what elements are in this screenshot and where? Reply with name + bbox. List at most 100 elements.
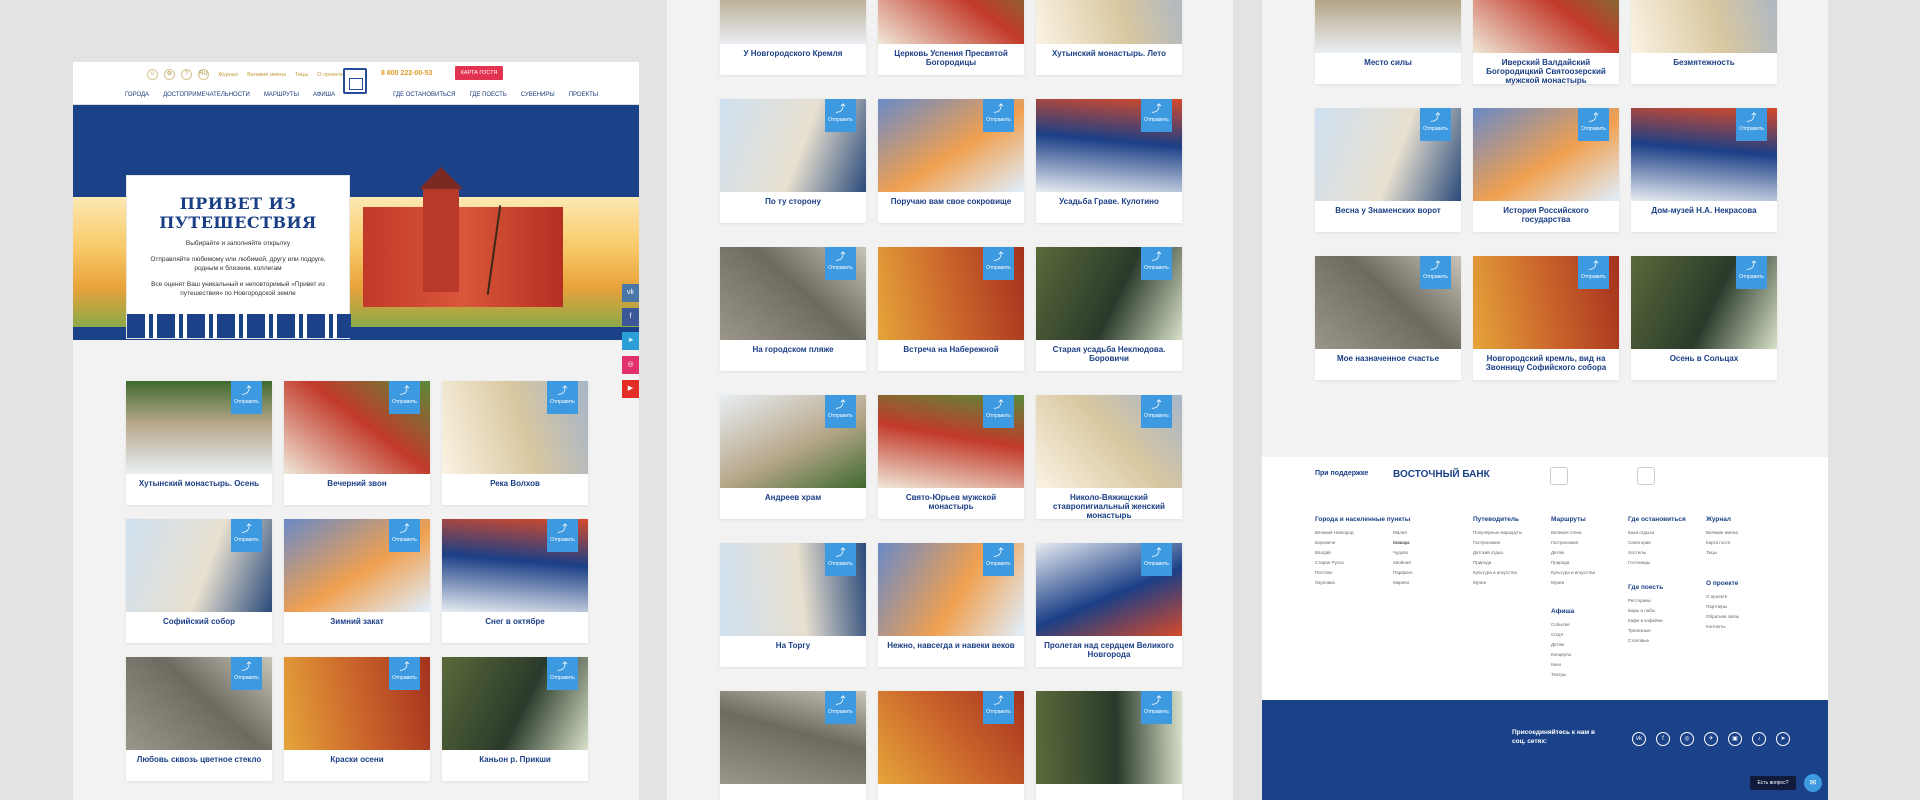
postcard-item[interactable]: ⤴ Отправить Осень в Сольцах: [1631, 256, 1777, 380]
postcard-title[interactable]: Николо-Вяжищский ставропигиальный женски…: [1041, 493, 1177, 520]
postcard-title[interactable]: История Российского государства: [1478, 206, 1614, 224]
postcard-item[interactable]: ⤴ Отправить По ту сторону: [720, 99, 866, 223]
postcard-title[interactable]: Андреев храм: [725, 493, 861, 502]
footer-link[interactable]: Гастрономия: [1551, 538, 1595, 548]
footer-link[interactable]: Карта гостя: [1706, 538, 1738, 548]
share-button[interactable]: ⤴ Отправить: [983, 395, 1014, 428]
share-button[interactable]: ⤴ Отправить: [389, 381, 420, 414]
footer-link[interactable]: Чудово: [1393, 548, 1408, 558]
footer-link[interactable]: Бары и пабы: [1628, 606, 1663, 616]
social-icon[interactable]: ✈: [1704, 732, 1718, 746]
postcard-title[interactable]: Осень в Сольцах: [1636, 354, 1772, 363]
postcard-title[interactable]: Встреча на Набережной: [883, 345, 1019, 354]
postcard-item[interactable]: ⤴ Отправить: [878, 691, 1024, 800]
postcard-title[interactable]: Усадьба Граве. Кулотино: [1041, 197, 1177, 206]
postcard-image[interactable]: [720, 0, 866, 44]
footer-link[interactable]: Кино: [1551, 660, 1574, 670]
share-button[interactable]: ⤴ Отправить: [1736, 108, 1767, 141]
vk-icon[interactable]: vk: [622, 284, 639, 302]
social-icon[interactable]: ➤: [1776, 732, 1790, 746]
user-icon[interactable]: ☺: [147, 69, 158, 80]
social-icon[interactable]: vk: [1632, 732, 1646, 746]
share-button[interactable]: ⤴ Отправить: [983, 691, 1014, 724]
footer-column-title[interactable]: Где остановиться: [1628, 515, 1686, 524]
chat-icon[interactable]: ✉: [1804, 774, 1822, 792]
postcard-item[interactable]: ⤴ Отправить Каньон р. Прикши: [442, 657, 588, 781]
top-link-about[interactable]: О проекте: [317, 72, 343, 78]
footer-link[interactable]: Контакты: [1706, 622, 1739, 632]
footer-link[interactable]: Партнеры: [1706, 602, 1739, 612]
postcard-item[interactable]: ⤴ОтправитьУ Новгородского Кремля: [720, 0, 866, 75]
footer-link[interactable]: Природа: [1551, 558, 1595, 568]
footer-link[interactable]: Концерты: [1551, 650, 1574, 660]
postcard-title[interactable]: Снег в октябре: [447, 617, 583, 626]
postcard-title[interactable]: Пролетая над сердцем Великого Новгорода: [1041, 641, 1177, 659]
postcard-item[interactable]: ⤴ Отправить Старая усадьба Неклюдова. Боро…: [1036, 247, 1182, 371]
footer-link[interactable]: Обратная связь: [1706, 612, 1739, 622]
share-button[interactable]: ⤴ Отправить: [1736, 256, 1767, 289]
share-button[interactable]: ⤴ Отправить: [825, 247, 856, 280]
nav-routes[interactable]: МАРШРУТЫ: [264, 92, 299, 98]
postcard-title[interactable]: Церковь Успения Пресвятой Богородицы: [883, 49, 1019, 67]
footer-link[interactable]: Детский отдых: [1473, 548, 1522, 558]
postcard-item[interactable]: ⤴ОтправитьМесто силы: [1315, 0, 1461, 84]
postcard-item[interactable]: ⤴ Отправить Поручаю вам свое сокровище: [878, 99, 1024, 223]
nav-cities[interactable]: ГОРОДА: [125, 92, 149, 98]
share-button[interactable]: ⤴ Отправить: [825, 543, 856, 576]
footer-link[interactable]: Хостелы: [1628, 548, 1686, 558]
postcard-item[interactable]: ⤴ Отправить Дом-музей Н.А. Некрасова: [1631, 108, 1777, 232]
share-button[interactable]: ⤴ Отправить: [231, 657, 262, 690]
share-button[interactable]: ⤴ Отправить: [825, 691, 856, 724]
social-icon[interactable]: f: [1656, 732, 1670, 746]
footer-column-title[interactable]: Журнал: [1706, 515, 1738, 524]
share-button[interactable]: ⤴ Отправить: [1141, 99, 1172, 132]
postcard-title[interactable]: Свято-Юрьев мужской монастырь: [883, 493, 1019, 511]
footer-link[interactable]: Природа: [1473, 558, 1522, 568]
share-button[interactable]: ⤴ Отправить: [1420, 256, 1451, 289]
footer-link[interactable]: Гастрономия: [1473, 538, 1522, 548]
social-icon[interactable]: ♪: [1752, 732, 1766, 746]
postcard-title[interactable]: Хутынский монастырь. Лето: [1041, 49, 1177, 58]
footer-column-title[interactable]: Путеводитель: [1473, 515, 1522, 524]
share-button[interactable]: ⤴ Отправить: [825, 99, 856, 132]
postcard-title[interactable]: По ту сторону: [725, 197, 861, 206]
postcard-item[interactable]: ⤴ Отправить: [720, 691, 866, 800]
postcard-item[interactable]: ⤴ОтправитьБезмятежность: [1631, 0, 1777, 84]
postcard-title[interactable]: Мое назначенное счастье: [1320, 354, 1456, 363]
postcard-image[interactable]: [878, 0, 1024, 44]
postcard-item[interactable]: ⤴ОтправитьЦерковь Успения Пресвятой Бого…: [878, 0, 1024, 75]
footer-link[interactable]: Рестораны: [1628, 596, 1663, 606]
share-button[interactable]: ⤴ Отправить: [231, 519, 262, 552]
footer-link[interactable]: События: [1551, 620, 1574, 630]
postcard-title[interactable]: Иверский Валдайский Богородицкий Святооз…: [1478, 58, 1614, 85]
postcard-item[interactable]: ⤴ Отправить Нежно, навсегда и навеки веков: [878, 543, 1024, 667]
postcard-item[interactable]: ⤴ОтправитьИверский Валдайский Богородицк…: [1473, 0, 1619, 85]
postcard-item[interactable]: ⤴ Отправить Андреев храм: [720, 395, 866, 519]
nav-projects[interactable]: ПРОЕКТЫ: [569, 92, 598, 98]
social-icon[interactable]: ◎: [1680, 732, 1694, 746]
bank-logo[interactable]: ВОСТОЧНЫЙ БАНК: [1393, 470, 1490, 480]
share-button[interactable]: ⤴ Отправить: [1578, 256, 1609, 289]
share-button[interactable]: ⤴ Отправить: [1141, 395, 1172, 428]
postcard-image[interactable]: [1473, 0, 1619, 53]
postcard-item[interactable]: ⤴ Отправить Мое назначенное счастье: [1315, 256, 1461, 380]
postcard-title[interactable]: На городском пляже: [725, 345, 861, 354]
postcard-title[interactable]: Новгородский кремль, вид на Звонницу Соф…: [1478, 354, 1614, 372]
footer-link[interactable]: Великие имена: [1706, 528, 1738, 538]
nav-souvenirs[interactable]: СУВЕНИРЫ: [521, 92, 555, 98]
postcard-title[interactable]: Место силы: [1320, 58, 1456, 67]
postcard-title[interactable]: У Новгородского Кремля: [725, 49, 861, 58]
postcard-item[interactable]: ⤴ Отправить Свято-Юрьев мужской монастырь: [878, 395, 1024, 519]
footer-link[interactable]: Театры: [1551, 670, 1574, 680]
share-button[interactable]: ⤴ Отправить: [983, 543, 1014, 576]
footer-column-title[interactable]: Афиша: [1551, 607, 1574, 616]
share-button[interactable]: ⤴ Отправить: [231, 381, 262, 414]
share-button[interactable]: ⤴ Отправить: [825, 395, 856, 428]
share-button[interactable]: ⤴ Отправить: [1141, 691, 1172, 724]
footer-column-title[interactable]: Маршруты: [1551, 515, 1595, 524]
footer-link[interactable]: Марево: [1393, 578, 1409, 588]
share-button[interactable]: ⤴ Отправить: [983, 99, 1014, 132]
postcard-item[interactable]: ⤴ Отправить: [1036, 691, 1182, 800]
postcard-item[interactable]: ⤴ Отправить Краски осени: [284, 657, 430, 781]
postcard-item[interactable]: ⤴ Отправить История Российского государств…: [1473, 108, 1619, 232]
